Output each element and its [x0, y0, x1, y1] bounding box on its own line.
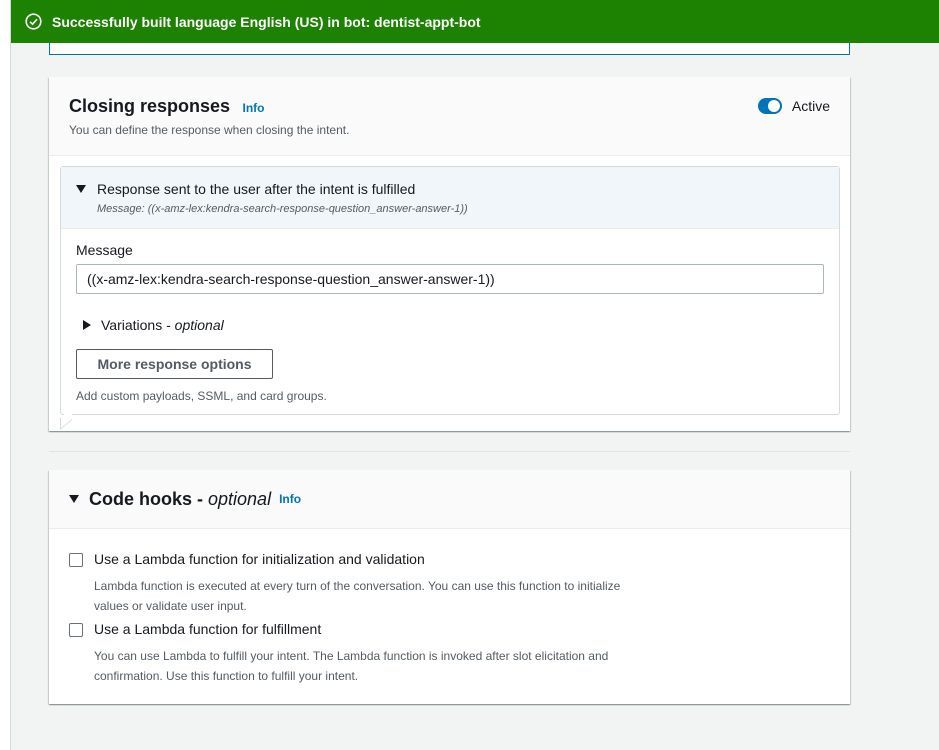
init-validation-description: Lambda function is executed at every tur… [94, 579, 621, 613]
more-response-options-description: Add custom payloads, SSML, and card grou… [76, 389, 327, 403]
flash-message: Successfully built language English (US)… [52, 13, 481, 30]
response-expander-subtitle: Message: ((x-amz-lex:kendra-search-respo… [97, 203, 468, 215]
variations-optional: optional [174, 317, 224, 333]
section-divider [49, 451, 850, 452]
check-circle-icon [25, 13, 42, 30]
code-hooks-title: Code hooks - optional [89, 488, 272, 509]
left-rail [0, 0, 11, 750]
success-flashbar: Successfully built language English (US)… [11, 0, 939, 43]
active-toggle-label: Active [791, 98, 830, 114]
message-input[interactable]: ((x-amz-lex:kendra-search-response-quest… [76, 264, 824, 294]
caret-down-icon [69, 495, 79, 503]
message-label: Message [76, 242, 133, 258]
code-hooks-info-link[interactable]: Info [279, 492, 301, 506]
variations-expander[interactable]: Variations - optional [83, 317, 224, 333]
closing-responses-header: Closing responses Info You can define th… [49, 77, 850, 156]
closing-info-link[interactable]: Info [243, 101, 265, 115]
fulfillment-description: You can use Lambda to fulfill your inten… [94, 649, 609, 683]
fulfillment-label: Use a Lambda function for fulfillment [94, 621, 322, 637]
previous-section-edge [49, 43, 850, 55]
closing-responses-title: Closing responses [69, 96, 231, 116]
code-hooks-optional: optional [208, 488, 272, 509]
active-toggle-wrap[interactable]: Active [757, 98, 830, 114]
code-hooks-panel: Code hooks - optional Info Use a Lambda … [49, 470, 850, 704]
caret-right-icon [83, 320, 91, 330]
closing-description: You can define the response when closing… [69, 123, 350, 137]
response-expander-container: Response sent to the user after the inte… [60, 166, 840, 415]
active-toggle[interactable] [757, 98, 782, 114]
response-expander-header[interactable]: Response sent to the user after the inte… [61, 167, 839, 229]
response-expander-title: Response sent to the user after the inte… [97, 181, 416, 197]
init-validation-checkbox[interactable] [69, 553, 83, 567]
fulfillment-checkbox[interactable] [69, 623, 83, 637]
caret-down-icon [76, 185, 86, 193]
variations-label: Variations - [101, 317, 171, 333]
init-validation-label: Use a Lambda function for initialization… [94, 551, 425, 567]
more-response-options-button[interactable]: More response options [76, 349, 273, 379]
code-hooks-header[interactable]: Code hooks - optional Info [49, 470, 850, 529]
closing-responses-panel: Closing responses Info You can define th… [49, 77, 850, 431]
